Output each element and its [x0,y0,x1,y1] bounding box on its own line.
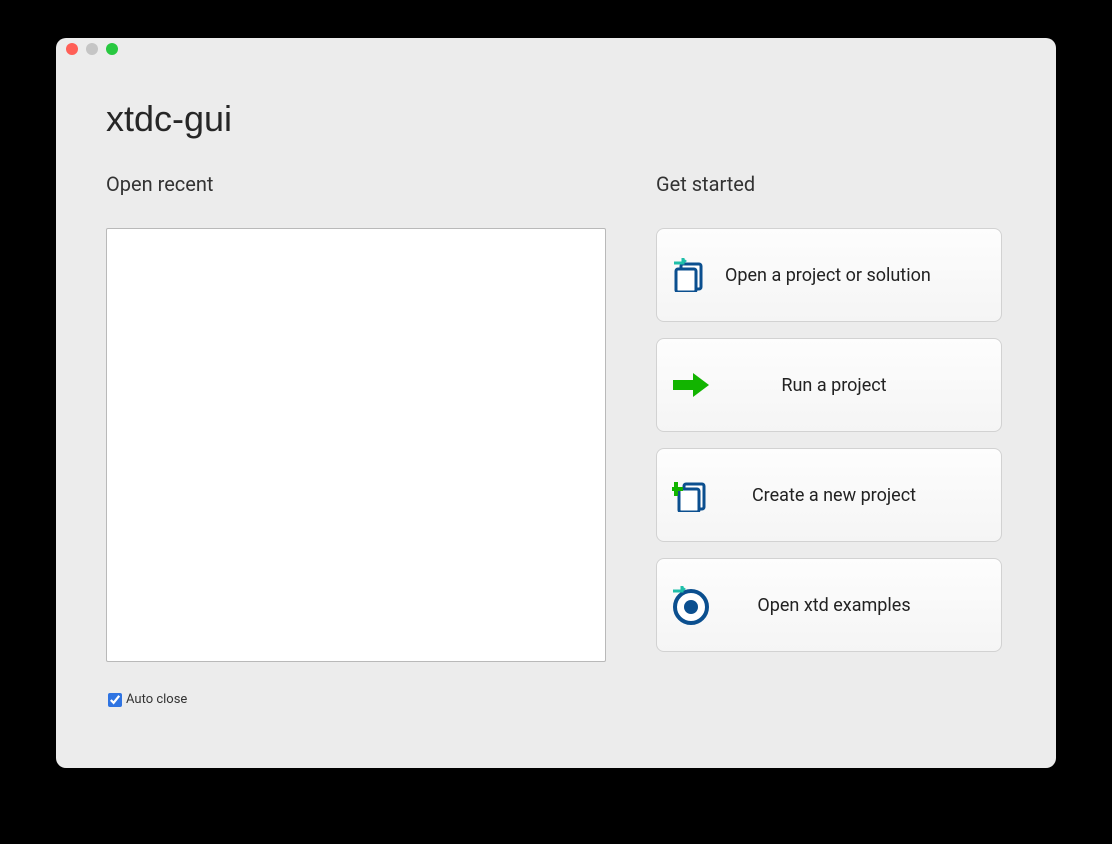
columns: Open recent Auto close Get started [106,172,1006,707]
run-arrow-icon [671,365,711,405]
auto-close-label: Auto close [126,692,187,707]
window-maximize-button[interactable] [106,43,118,55]
window-minimize-button[interactable] [86,43,98,55]
create-project-label: Create a new project [711,485,987,506]
app-title: xtdc-gui [106,98,1006,140]
app-window: xtdc-gui Open recent Auto close Get star… [56,38,1056,768]
get-started-column: Get started Open a project or solution [656,172,1006,707]
examples-icon [671,585,711,625]
run-project-button[interactable]: Run a project [656,338,1002,432]
open-examples-button[interactable]: Open xtd examples [656,558,1002,652]
open-project-icon [671,255,711,295]
open-project-label: Open a project or solution [711,265,987,286]
content-area: xtdc-gui Open recent Auto close Get star… [56,60,1056,727]
get-started-heading: Get started [656,172,1006,196]
recent-projects-list[interactable] [106,228,606,662]
titlebar [56,38,1056,60]
create-project-icon [671,475,711,515]
open-recent-column: Open recent Auto close [106,172,606,707]
auto-close-row[interactable]: Auto close [106,692,606,707]
window-close-button[interactable] [66,43,78,55]
run-project-label: Run a project [711,375,987,396]
open-examples-label: Open xtd examples [711,595,987,616]
open-project-button[interactable]: Open a project or solution [656,228,1002,322]
create-project-button[interactable]: Create a new project [656,448,1002,542]
auto-close-checkbox[interactable] [108,693,122,707]
open-recent-heading: Open recent [106,172,606,196]
